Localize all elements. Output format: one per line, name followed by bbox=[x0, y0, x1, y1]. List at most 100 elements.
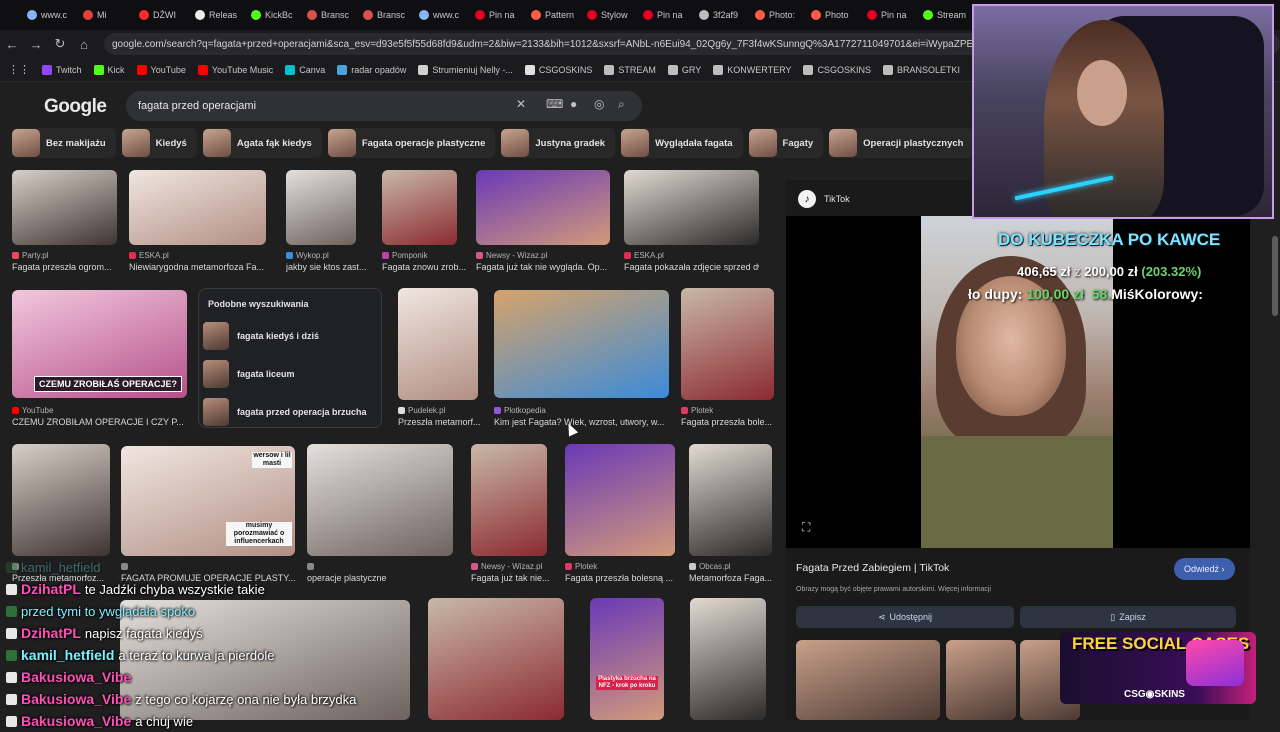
result-source[interactable]: Pomponik bbox=[382, 251, 428, 260]
result-source[interactable]: Wykop.pl bbox=[286, 251, 329, 260]
result-source[interactable]: YouTube bbox=[12, 406, 53, 415]
browser-tab[interactable]: Releas bbox=[190, 4, 244, 26]
image-result[interactable] bbox=[476, 170, 610, 245]
browser-tab[interactable]: www.c bbox=[22, 4, 76, 26]
image-result[interactable] bbox=[565, 444, 675, 556]
image-result[interactable] bbox=[690, 598, 766, 720]
bookmark-item[interactable]: Strumieniuj Nelly -... bbox=[418, 64, 513, 75]
search-input[interactable]: fagata przed operacjami ✕ ⌨ ● ◎ ⌕ bbox=[126, 91, 642, 121]
save-button[interactable]: ▯ Zapisz bbox=[1020, 606, 1236, 628]
keyboard-icon[interactable]: ⌨ bbox=[546, 97, 563, 111]
apps-icon[interactable]: ⋮⋮ bbox=[8, 63, 30, 76]
bookmark-item[interactable]: YouTube Music bbox=[197, 64, 273, 75]
browser-tab[interactable]: Photo bbox=[806, 4, 860, 26]
refinement-chip[interactable]: Fagata operacje plastyczne bbox=[327, 128, 496, 158]
share-button[interactable]: ⋖ Udostępnij bbox=[796, 606, 1014, 628]
browser-tab[interactable]: 3f2af9 bbox=[694, 4, 748, 26]
result-title[interactable]: Fagata przeszła ogrom... bbox=[12, 262, 112, 272]
result-title[interactable]: Fagata pokazała zdjęcie sprzed dw... bbox=[624, 262, 759, 272]
bookmark-item[interactable]: Kick bbox=[93, 64, 125, 75]
result-source[interactable]: Plotek bbox=[681, 406, 713, 415]
google-logo[interactable]: Google bbox=[44, 96, 107, 118]
result-source[interactable]: ESKA.pl bbox=[129, 251, 169, 260]
bookmark-item[interactable]: KONWERTERY bbox=[713, 64, 791, 75]
result-title[interactable]: Metamorfoza Faga... bbox=[689, 573, 772, 583]
mic-icon[interactable]: ● bbox=[570, 97, 577, 111]
bookmark-item[interactable]: BRANSOLETKI bbox=[882, 64, 960, 75]
refinement-chip[interactable]: Operacji plastycznych bbox=[829, 128, 972, 158]
related-item[interactable]: fagata liceum bbox=[203, 359, 379, 389]
visual-search-icon[interactable]: ⛶ bbox=[802, 520, 810, 535]
clear-icon[interactable]: ✕ bbox=[516, 97, 526, 111]
result-source[interactable]: ESKA.pl bbox=[624, 251, 664, 260]
preview-title[interactable]: Fagata Przed Zabiegiem | TikTok bbox=[796, 562, 949, 574]
result-title[interactable]: Fagata przeszła bole... bbox=[681, 417, 772, 427]
bookmark-item[interactable]: Twitch bbox=[42, 64, 82, 75]
result-title[interactable]: Przeszła metamorf... bbox=[398, 417, 481, 427]
image-result[interactable] bbox=[307, 444, 453, 556]
result-title[interactable]: Fagata już tak nie wygląda. Op... bbox=[476, 262, 607, 272]
image-result[interactable] bbox=[590, 598, 664, 720]
result-title[interactable]: Fagata już tak nie... bbox=[471, 573, 550, 583]
browser-tab[interactable]: Bransc bbox=[358, 4, 412, 26]
result-source[interactable]: Obcas.pl bbox=[689, 562, 731, 571]
browser-tab[interactable]: KickBc bbox=[246, 4, 300, 26]
refinement-chip[interactable]: Bez makijażu bbox=[12, 128, 116, 158]
preview-source[interactable]: TikTok bbox=[824, 194, 850, 204]
browser-tab[interactable]: DŹWI bbox=[134, 4, 188, 26]
refinement-chip[interactable]: Fagaty bbox=[748, 128, 824, 158]
home-icon[interactable]: ⌂ bbox=[72, 32, 96, 56]
related-item[interactable]: fagata przed operacja brzucha bbox=[203, 397, 379, 427]
result-title[interactable]: Fagata znowu zrob... bbox=[382, 262, 466, 272]
image-result[interactable] bbox=[129, 170, 266, 245]
browser-tab[interactable]: Stylow bbox=[582, 4, 636, 26]
browser-tab[interactable]: Pin na bbox=[638, 4, 692, 26]
browser-tab[interactable]: Pin na bbox=[470, 4, 524, 26]
browser-tab[interactable]: Mi bbox=[78, 4, 132, 26]
back-icon[interactable]: ← bbox=[0, 32, 24, 56]
browser-tab[interactable]: www.c bbox=[414, 4, 468, 26]
more-image-thumb[interactable] bbox=[946, 640, 1016, 720]
bookmark-item[interactable]: GRY bbox=[667, 64, 701, 75]
image-result[interactable] bbox=[494, 290, 669, 398]
image-result[interactable] bbox=[382, 170, 457, 245]
image-result[interactable] bbox=[624, 170, 759, 245]
result-title[interactable]: Kim jest Fagata? Wiek, wzrost, utwory, w… bbox=[494, 417, 664, 427]
refinement-chip[interactable]: Agata fąk kiedys bbox=[202, 128, 322, 158]
image-result[interactable] bbox=[681, 288, 774, 400]
scrollbar[interactable] bbox=[1272, 236, 1278, 316]
bookmark-item[interactable]: radar opadów bbox=[337, 64, 406, 75]
bookmark-item[interactable]: CSGOSKINS bbox=[524, 64, 592, 75]
result-title[interactable]: CZEMU ZROBIŁAM OPERACJE I CZY P... bbox=[12, 417, 184, 427]
result-title[interactable]: Fagata przeszła bolesną ... bbox=[565, 573, 673, 583]
visit-button[interactable]: Odwiedź › bbox=[1174, 558, 1235, 580]
more-image-thumb[interactable] bbox=[796, 640, 940, 720]
result-source[interactable]: Newsy - Wizaz.pl bbox=[476, 251, 547, 260]
search-icon[interactable]: ⌕ bbox=[618, 97, 625, 112]
result-source[interactable]: Newsy - Wizaz.pl bbox=[471, 562, 542, 571]
refinement-chip[interactable]: Wyglądała fagata bbox=[621, 128, 743, 158]
forward-icon[interactable]: → bbox=[24, 32, 48, 56]
result-title[interactable]: jakby sie ktos zast... bbox=[286, 262, 367, 272]
bookmark-item[interactable]: CSGOSKINS bbox=[803, 64, 871, 75]
browser-tab[interactable]: Pattern bbox=[526, 4, 580, 26]
browser-tab[interactable]: Bransc bbox=[302, 4, 356, 26]
result-title[interactable]: Niewiarygodna metamorfoza Fa... bbox=[129, 262, 264, 272]
refinement-chip[interactable]: Kiedyś bbox=[121, 128, 197, 158]
browser-tab[interactable]: Stream bbox=[918, 4, 972, 26]
browser-tab[interactable]: Photo: bbox=[750, 4, 804, 26]
refinement-chip[interactable]: Justyna gradek bbox=[501, 128, 616, 158]
bookmark-item[interactable]: STREAM bbox=[604, 64, 656, 75]
bookmark-item[interactable]: Canva bbox=[285, 64, 325, 75]
image-result[interactable] bbox=[398, 288, 478, 400]
image-result[interactable] bbox=[12, 170, 117, 245]
related-item[interactable]: fagata kiedyś i dziś bbox=[203, 321, 379, 351]
result-source[interactable]: Plotek bbox=[565, 562, 597, 571]
image-result[interactable] bbox=[286, 170, 356, 245]
result-source[interactable]: Party.pl bbox=[12, 251, 49, 260]
bookmark-item[interactable]: YouTube bbox=[136, 64, 186, 75]
lens-icon[interactable]: ◎ bbox=[594, 97, 604, 111]
image-result[interactable] bbox=[689, 444, 772, 556]
image-result[interactable] bbox=[471, 444, 547, 556]
result-source[interactable]: Plotkopedia bbox=[494, 406, 546, 415]
